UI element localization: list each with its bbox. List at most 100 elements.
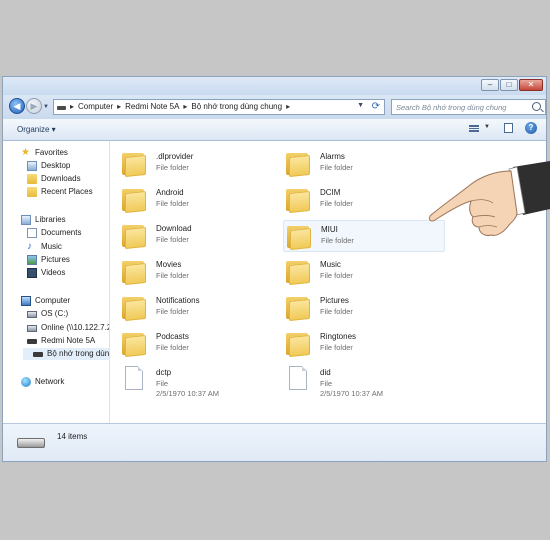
list-item[interactable]: Notifications File folder — [110, 292, 272, 324]
organize-menu[interactable]: Organize ▾ — [17, 125, 56, 134]
breadcrumb: ▸ Computer ▸ Redmi Note 5A ▸ Bộ nhớ tron… — [70, 102, 290, 112]
item-name: Alarms — [320, 152, 345, 161]
folder-icon — [122, 330, 148, 358]
phone-icon — [27, 339, 37, 344]
music-note-icon: ♪ — [27, 241, 32, 252]
sidebar-item-label: Documents — [41, 228, 82, 237]
item-name: dctp — [156, 368, 172, 377]
search-placeholder: Search Bộ nhớ trong dùng chung — [396, 103, 507, 112]
folder-icon — [122, 186, 148, 214]
sidebar-item-label: Desktop — [41, 161, 71, 170]
minimize-button[interactable]: – — [481, 79, 499, 91]
list-item[interactable]: Ringtones File folder — [274, 328, 436, 360]
sidebar-item-label: Downloads — [41, 174, 81, 183]
navigation-pane: ★ Favorites Desktop Downloads Recent Pla… — [3, 141, 110, 423]
item-count: 14 items — [57, 432, 88, 441]
change-view-icon[interactable] — [469, 124, 479, 133]
computer-icon — [21, 296, 31, 306]
folder-icon — [122, 294, 148, 322]
item-type: File — [320, 379, 333, 388]
list-item[interactable]: Download File folder — [110, 220, 272, 252]
preview-pane-icon[interactable] — [504, 123, 513, 133]
address-history-dropdown[interactable]: ▼ — [357, 102, 364, 109]
sidebar-item-internal-storage[interactable]: Bộ nhớ trong dùng — [23, 348, 110, 360]
list-item[interactable]: Movies File folder — [110, 256, 272, 288]
view-options-dropdown[interactable]: ▼ — [484, 124, 490, 130]
list-item[interactable]: dctp File 2/5/1970 10:37 AM — [110, 364, 272, 400]
folder-icon — [287, 223, 313, 251]
breadcrumb-internal-storage[interactable]: Bộ nhớ trong dùng chung — [191, 102, 282, 112]
item-name: Music — [320, 260, 341, 269]
item-name: DCIM — [320, 188, 341, 197]
forward-button[interactable]: ▶ — [26, 98, 42, 114]
title-bar: – □ ✕ — [3, 77, 546, 95]
help-icon[interactable]: ? — [525, 122, 537, 134]
item-type: File folder — [156, 271, 189, 280]
status-bar: 14 items — [3, 423, 546, 461]
list-item[interactable]: did File 2/5/1970 10:37 AM — [274, 364, 436, 400]
command-bar: Organize ▾ ▼ ? — [3, 119, 546, 141]
folder-icon — [286, 186, 312, 214]
sidebar-item-label: Recent Places — [41, 187, 93, 196]
item-name: MIUI — [321, 225, 338, 234]
network-drive-icon — [27, 325, 37, 332]
item-type: File folder — [320, 343, 353, 352]
list-item[interactable]: MIUI File folder — [283, 220, 445, 252]
videos-icon — [27, 268, 37, 278]
close-button[interactable]: ✕ — [519, 79, 543, 91]
breadcrumb-computer[interactable]: Computer — [78, 102, 113, 112]
sidebar-item-label: Music — [41, 242, 62, 251]
maximize-button[interactable]: □ — [500, 79, 518, 91]
sidebar-item-label: Videos — [41, 268, 66, 277]
item-type: File — [156, 379, 169, 388]
folder-icon — [122, 150, 148, 178]
back-button[interactable]: ◀ — [9, 98, 25, 114]
folder-icon — [122, 258, 148, 286]
refresh-icon[interactable]: ⟳ — [372, 101, 380, 112]
list-item[interactable]: .dlprovider File folder — [110, 148, 272, 180]
folder-icon — [286, 258, 312, 286]
list-item[interactable]: Android File folder — [110, 184, 272, 216]
address-bar[interactable]: ▸ Computer ▸ Redmi Note 5A ▸ Bộ nhớ tron… — [53, 99, 385, 115]
star-icon: ★ — [21, 147, 30, 158]
breadcrumb-separator: ▸ — [117, 102, 122, 111]
sidebar-item-label: OS (C:) — [41, 309, 69, 318]
item-name: Podcasts — [156, 332, 189, 341]
breadcrumb-separator: ▸ — [286, 102, 291, 111]
search-box[interactable]: Search Bộ nhớ trong dùng chung — [391, 99, 546, 115]
item-type: File folder — [156, 235, 189, 244]
list-item[interactable]: DCIM File folder — [274, 184, 436, 216]
item-type: File folder — [156, 307, 189, 316]
list-item[interactable]: Alarms File folder — [274, 148, 436, 180]
phone-storage-icon — [33, 352, 43, 357]
sidebar-item-label: Online (\\10.122.7.25 — [41, 323, 110, 332]
sidebar-item-label: Libraries — [35, 215, 66, 224]
item-name: Download — [156, 224, 192, 233]
breadcrumb-separator: ▸ — [183, 102, 188, 111]
phone-drive-icon — [57, 106, 66, 110]
item-type: File folder — [156, 163, 189, 172]
item-name: Ringtones — [320, 332, 357, 341]
sidebar-item-label: Bộ nhớ trong dùng — [47, 349, 110, 358]
sidebar-item-label: Pictures — [41, 255, 70, 264]
pointing-hand-icon — [428, 161, 550, 236]
folder-icon — [286, 294, 312, 322]
search-icon[interactable] — [532, 102, 541, 111]
item-type: File folder — [156, 199, 189, 208]
folder-icon — [286, 150, 312, 178]
list-item[interactable]: Pictures File folder — [274, 292, 436, 324]
item-type: File folder — [321, 236, 354, 245]
recent-places-icon — [27, 187, 37, 197]
desktop-icon — [27, 161, 37, 171]
item-name: .dlprovider — [156, 152, 194, 161]
list-item[interactable]: Music File folder — [274, 256, 436, 288]
breadcrumb-redmi-note-5a[interactable]: Redmi Note 5A — [125, 102, 179, 112]
item-name: Android — [156, 188, 184, 197]
file-icon — [286, 366, 312, 393]
documents-icon — [27, 228, 37, 238]
list-item[interactable]: Podcasts File folder — [110, 328, 272, 360]
sidebar-item-label: Computer — [35, 296, 71, 305]
item-name: Movies — [156, 260, 182, 269]
recent-pages-dropdown[interactable]: ▼ — [43, 104, 49, 110]
item-type: File folder — [320, 163, 353, 172]
